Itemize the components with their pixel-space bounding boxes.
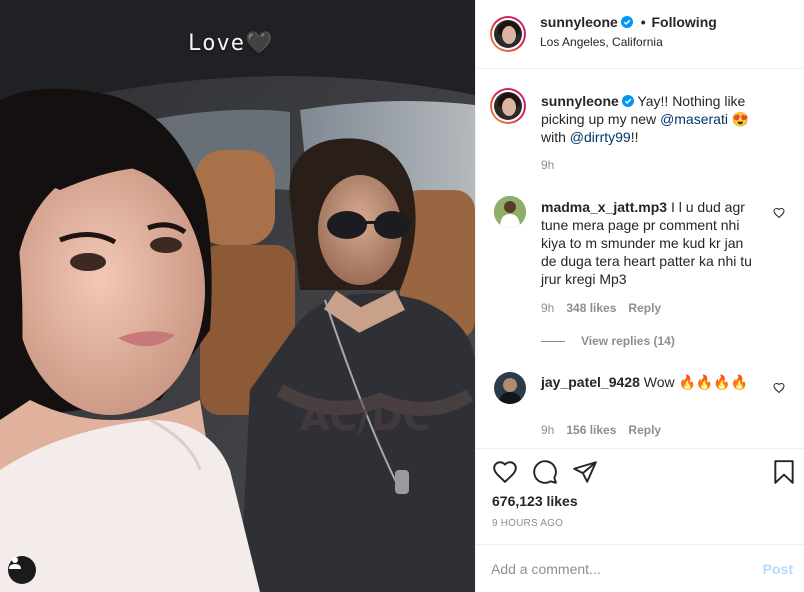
person-icon bbox=[9, 557, 21, 569]
likes-count[interactable]: 676,123 likes bbox=[492, 493, 578, 509]
follow-separator: • bbox=[640, 14, 646, 30]
post-photo[interactable]: AC/DC Love🖤 bbox=[0, 0, 475, 592]
caption-text-after: !! bbox=[630, 129, 639, 145]
verified-badge-icon bbox=[620, 16, 633, 28]
location-link[interactable]: Los Angeles, California bbox=[540, 35, 663, 49]
header-username-row: sunnyleone • Following bbox=[540, 14, 717, 30]
reply-button[interactable]: Reply bbox=[628, 301, 661, 315]
comments-list[interactable]: sunnyleone Yay!! Nothing like picking up… bbox=[476, 70, 804, 448]
photo-overlay-text: Love🖤 bbox=[188, 31, 274, 56]
caption-time[interactable]: 9h bbox=[541, 158, 554, 172]
commenter-avatar[interactable] bbox=[494, 196, 526, 228]
comment-body: madma_x_jatt.mp3 I l u dud agr tune mera… bbox=[541, 198, 761, 288]
share-icon[interactable] bbox=[572, 459, 598, 485]
comment-likes[interactable]: 348 likes bbox=[566, 301, 616, 315]
add-comment-bar: Post bbox=[476, 544, 804, 592]
commenter-avatar[interactable] bbox=[494, 372, 526, 404]
comment-time[interactable]: 9h bbox=[541, 423, 554, 437]
commenter-username[interactable]: madma_x_jatt.mp3 bbox=[541, 199, 667, 215]
replies-divider-line bbox=[541, 341, 565, 343]
post-timestamp[interactable]: 9 HOURS AGO bbox=[492, 518, 563, 529]
reply-button[interactable]: Reply bbox=[628, 423, 661, 437]
post-header: sunnyleone • Following Los Angeles, Cali… bbox=[476, 0, 804, 69]
caption-avatar[interactable] bbox=[490, 88, 526, 124]
comment-like-heart-icon[interactable] bbox=[773, 207, 785, 219]
comment-text: Wow 🔥🔥🔥🔥 bbox=[643, 374, 749, 390]
comment-meta: 9h 348 likes Reply bbox=[541, 301, 661, 315]
comment-input[interactable] bbox=[491, 555, 741, 583]
author-username[interactable]: sunnyleone bbox=[540, 14, 618, 30]
post-actions: 676,123 likes 9 HOURS AGO bbox=[476, 448, 804, 543]
svg-text:AC/DC: AC/DC bbox=[300, 395, 431, 439]
author-avatar[interactable] bbox=[490, 16, 526, 52]
commenter-username[interactable]: jay_patel_9428 bbox=[541, 374, 640, 390]
comment-time[interactable]: 9h bbox=[541, 301, 554, 315]
view-replies-label: View replies (14) bbox=[581, 334, 675, 348]
comment-meta: 9h 156 likes Reply bbox=[541, 423, 661, 437]
heart-icon[interactable] bbox=[492, 459, 518, 485]
caption: sunnyleone Yay!! Nothing like picking up… bbox=[541, 92, 771, 146]
post-comment-button[interactable]: Post bbox=[763, 561, 793, 577]
mention-link[interactable]: @maserati bbox=[660, 111, 728, 127]
comment-icon[interactable] bbox=[532, 459, 558, 485]
caption-username[interactable]: sunnyleone bbox=[541, 93, 619, 109]
bookmark-icon[interactable] bbox=[771, 459, 797, 485]
mention-link[interactable]: @dirrty99 bbox=[570, 129, 631, 145]
verified-badge-icon bbox=[621, 95, 634, 107]
following-button[interactable]: Following bbox=[651, 14, 716, 30]
view-replies-button[interactable]: View replies (14) bbox=[541, 334, 675, 348]
comment-like-heart-icon[interactable] bbox=[773, 382, 785, 394]
photo-illustration: AC/DC bbox=[0, 0, 475, 592]
user-tags-button[interactable] bbox=[8, 556, 36, 584]
post-side-panel: sunnyleone • Following Los Angeles, Cali… bbox=[475, 0, 804, 592]
comment-body: jay_patel_9428 Wow 🔥🔥🔥🔥 bbox=[541, 373, 761, 391]
comment-likes[interactable]: 156 likes bbox=[566, 423, 616, 437]
